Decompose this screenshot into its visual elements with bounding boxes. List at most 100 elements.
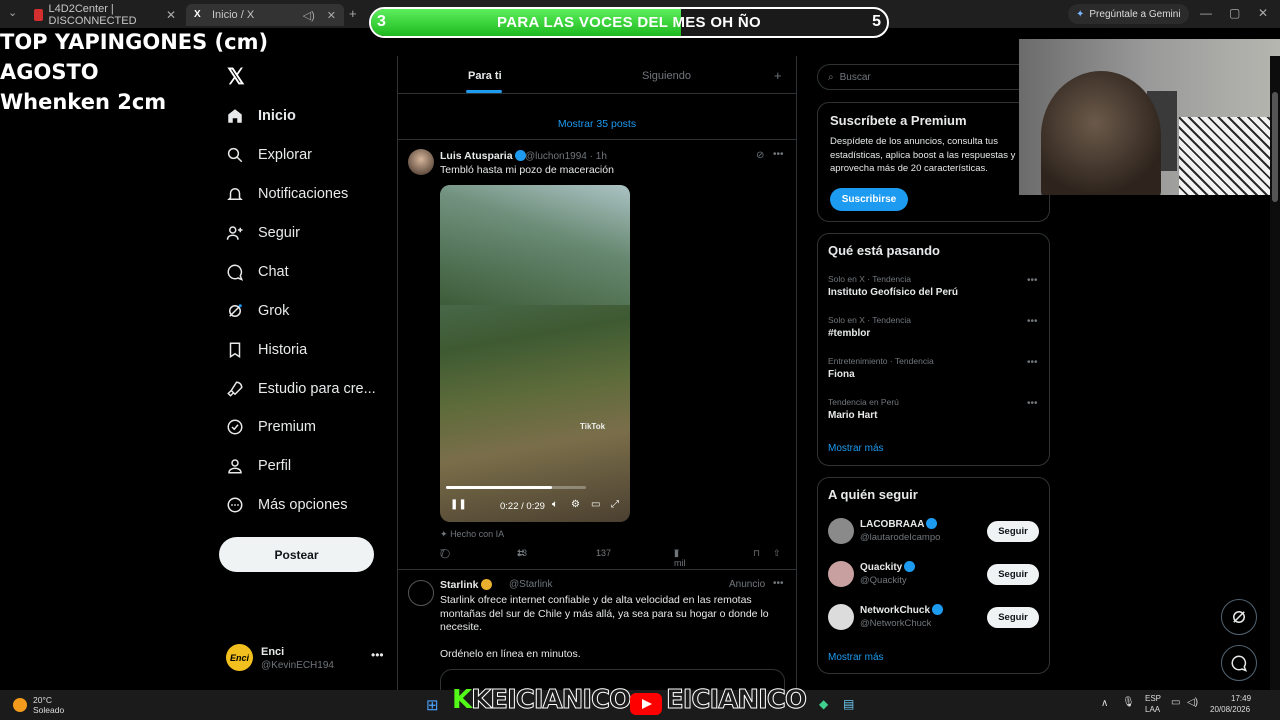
settings-icon[interactable]: ⚙︎ [571, 499, 580, 510]
tweet-more-icon[interactable]: ••• [773, 149, 784, 160]
tab-l4d2-label: L4D2Center | DISCONNECTED [48, 3, 137, 27]
tweet-author-name[interactable]: Luis Atusparia [440, 150, 526, 162]
x-logo-icon[interactable]: 𝕏 [227, 64, 247, 89]
trend-more-icon[interactable]: ••• [1027, 357, 1038, 368]
volume-tray-icon[interactable]: ◁) [1187, 697, 1198, 708]
video-progress-fill [446, 486, 553, 489]
account-name: Enci [261, 646, 285, 658]
grok-fab-button[interactable] [1221, 599, 1257, 635]
webcam-bed [1179, 117, 1280, 195]
tweet-more-icon[interactable]: ••• [773, 578, 784, 589]
pause-icon[interactable]: ❚❚ [450, 499, 467, 510]
nav-more-options[interactable]: Más opciones [226, 490, 347, 520]
avatar[interactable] [828, 604, 854, 630]
youtube-logo-icon [630, 693, 662, 715]
tab-list-chevron-icon[interactable]: ⌄ [8, 6, 17, 19]
nav-chat[interactable]: Chat [226, 257, 289, 287]
messages-fab-button[interactable] [1221, 645, 1257, 681]
mic-icon[interactable]: 🎙︎ [1122, 697, 1135, 708]
trend-name[interactable]: Mario Hart [828, 410, 877, 421]
volume-icon[interactable]: 🔈︎ [552, 499, 558, 510]
trend-name[interactable]: #temblor [828, 328, 870, 339]
fullscreen-icon[interactable]: ⤢ [611, 499, 619, 510]
suggest-name[interactable]: LACOBRAAA [860, 518, 938, 530]
lang-code[interactable]: ESP [1145, 694, 1161, 703]
tweet-text-secondary: Ordénelo en línea en minutos. [440, 648, 581, 660]
nav-creator-studio[interactable]: Estudio para cre... [226, 374, 376, 404]
tweet-avatar[interactable] [408, 149, 434, 175]
post-button[interactable]: Postear [219, 537, 374, 572]
nav-explore[interactable]: Explorar [226, 140, 312, 170]
trend-name[interactable]: Instituto Geofísico del Perú [828, 287, 958, 298]
mute-tab-icon[interactable]: ◁) [303, 9, 315, 22]
subscribe-button[interactable]: Suscribirse [830, 188, 908, 211]
minimize-icon[interactable]: — [1200, 6, 1212, 20]
tab-x-inicio[interactable]: X Inicio / X ◁) ✕ [186, 4, 344, 26]
kick-logo-icon: K [452, 685, 472, 715]
nav-explore-label: Explorar [258, 147, 312, 163]
share-icon[interactable]: ⇧ [773, 548, 781, 559]
scrollbar-thumb[interactable] [1272, 92, 1278, 202]
nav-home[interactable]: Inicio [226, 101, 296, 131]
close-tab-icon[interactable]: ✕ [327, 9, 336, 22]
follow-button[interactable]: Seguir [987, 607, 1039, 628]
trend-more-icon[interactable]: ••• [1027, 316, 1038, 327]
trend-name[interactable]: Fiona [828, 369, 855, 380]
tray-chevron-icon[interactable]: ∧ [1101, 698, 1108, 709]
nav-follow[interactable]: Seguir [226, 218, 300, 248]
timeline-tabs: Para ti Siguiendo + [397, 56, 797, 94]
search-icon [227, 147, 243, 163]
nav-premium[interactable]: Premium [226, 412, 316, 442]
avatar[interactable] [828, 518, 854, 544]
avatar[interactable] [828, 561, 854, 587]
maximize-icon[interactable]: ▢ [1229, 6, 1240, 20]
video-progress-bar[interactable] [446, 486, 586, 489]
start-icon[interactable]: ⊞ [426, 696, 439, 714]
tab-following[interactable]: Siguiendo [642, 70, 691, 82]
streamer-brand-1: KKEICIANICO [452, 685, 632, 716]
pip-icon[interactable]: ▭ [591, 499, 600, 510]
add-tab-icon[interactable]: + [774, 68, 782, 83]
search-input[interactable]: ⌕ Buscar [817, 64, 1032, 90]
suggest-name-label: Quackity [860, 562, 903, 573]
tab-l4d2[interactable]: L4D2Center | DISCONNECTED ✕ [26, 3, 184, 27]
page-scrollbar[interactable] [1270, 56, 1280, 690]
clock-date[interactable]: 20/08/2026 [1210, 705, 1250, 714]
trend-more-icon[interactable]: ••• [1027, 275, 1038, 286]
network-icon[interactable]: ▭ [1171, 697, 1180, 708]
lang-layout[interactable]: LAA [1145, 705, 1160, 714]
bookmark-tweet-icon[interactable]: ⊓ [753, 548, 760, 559]
goal-text: PARA LAS VOCES DEL MES OH ÑO [497, 14, 761, 31]
suggest-name[interactable]: Quackity [860, 561, 916, 573]
home-icon [228, 109, 242, 123]
follow-button[interactable]: Seguir [987, 564, 1039, 585]
close-window-icon[interactable]: ✕ [1258, 6, 1268, 20]
l4d2-favicon-icon [34, 9, 43, 21]
new-tab-icon[interactable]: + [349, 6, 357, 21]
gemini-button[interactable]: ✦ Pregúntale a Gemini [1068, 4, 1189, 24]
grok-explain-icon[interactable]: ⊘ [756, 150, 764, 161]
tweet-author-name[interactable]: Starlink [440, 579, 492, 591]
shield-tray-icon[interactable]: ◆ [819, 697, 828, 711]
follow-button[interactable]: Seguir [987, 521, 1039, 542]
video-watermark: TikTok [580, 422, 606, 431]
nav-profile[interactable]: Perfil [226, 451, 291, 481]
nav-notifications[interactable]: Notificaciones [226, 179, 348, 209]
who-to-follow-show-more[interactable]: Mostrar más [828, 652, 884, 663]
tab-for-you[interactable]: Para ti [468, 70, 502, 82]
account-switcher[interactable]: Enci Enci @KevinECH194 ••• [226, 644, 386, 674]
clock-time[interactable]: 17:49 [1231, 694, 1251, 703]
account-more-icon[interactable]: ••• [371, 648, 384, 662]
close-tab-icon[interactable]: ✕ [166, 8, 176, 22]
verified-badge-icon [932, 604, 944, 615]
trend-more-icon[interactable]: ••• [1027, 398, 1038, 409]
tweet-avatar[interactable] [408, 580, 434, 606]
notes-tray-icon[interactable]: ▤ [843, 697, 854, 711]
nav-grok[interactable]: Grok [226, 296, 289, 326]
suggest-name[interactable]: NetworkChuck [860, 604, 944, 616]
tweet-video[interactable]: TikTok ❚❚ 0:22 / 0:29 🔈︎ ⚙︎ ▭ ⤢ [440, 185, 630, 522]
trends-show-more[interactable]: Mostrar más [828, 443, 884, 454]
nav-history[interactable]: Historia [226, 335, 307, 365]
repost-count: 13 [517, 548, 528, 558]
show-new-posts-button[interactable]: Mostrar 35 posts [397, 108, 797, 140]
